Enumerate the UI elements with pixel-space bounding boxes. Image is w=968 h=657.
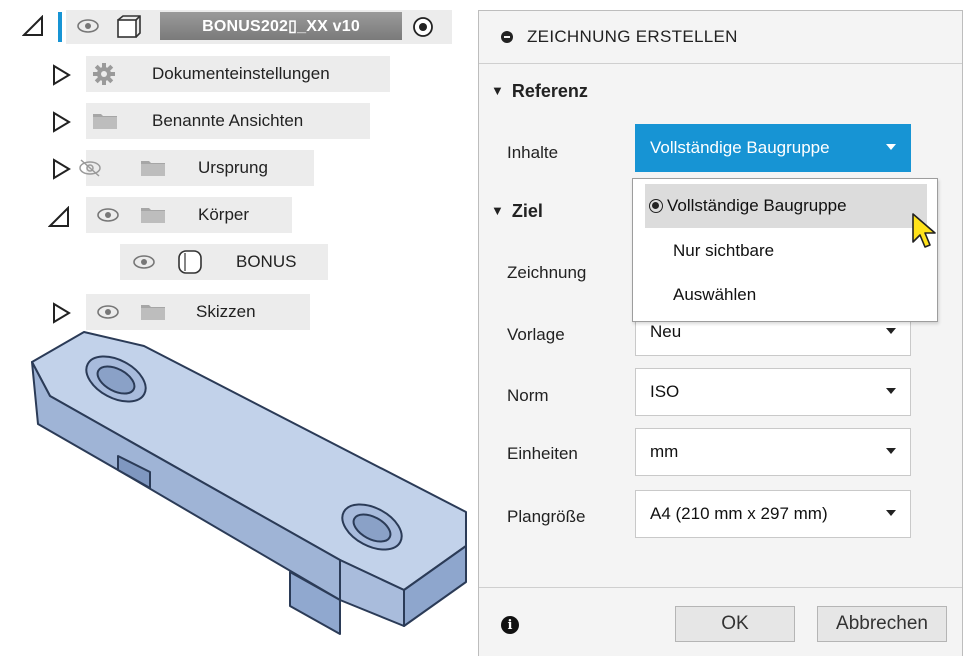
einheiten-select[interactable]: mm [635,428,911,476]
norm-select-value: ISO [650,382,680,401]
create-drawing-dialog: ZEICHNUNG ERSTELLEN ▼ Referenz Inhalte Vo… [478,10,963,656]
collapse-dialog-icon[interactable] [501,31,513,43]
tree-item-bodies[interactable]: Körper [86,197,292,233]
vorlage-select-value: Neu [650,322,682,341]
label-einheiten: Einheiten [507,444,578,463]
eye-icon[interactable] [96,207,120,223]
section-reference[interactable]: ▼ Referenz [491,81,588,102]
section-reference-label: Referenz [511,81,588,101]
info-icon[interactable]: i [501,616,519,634]
dropdown-arrow-icon [886,328,896,334]
inhalte-select[interactable]: Vollständige Baugruppe [635,124,911,172]
caret-down-icon: ▼ [491,83,504,98]
activate-radio-icon[interactable] [412,16,434,38]
dropdown-arrow-icon [886,510,896,516]
label-plangroesse: Plangröße [507,507,586,526]
gear-icon [92,62,116,86]
dropdown-option-select[interactable]: Auswählen [633,273,937,317]
folder-icon [140,206,166,224]
dialog-header[interactable]: ZEICHNUNG ERSTELLEN [479,11,962,64]
tree-item-label: Körper [198,205,250,224]
ok-button[interactable]: OK [675,606,795,642]
collapse-triangle-icon[interactable] [48,206,70,228]
mouse-cursor-icon [912,213,936,248]
tree-item-label: Ursprung [198,158,268,177]
eye-icon[interactable] [132,254,156,270]
tree-item-body-bonus[interactable]: BONUS [120,244,328,280]
radio-selected-icon [649,199,663,213]
expand-triangle-icon[interactable] [50,302,72,324]
3d-model-viewport[interactable] [0,325,470,657]
label-inhalte: Inhalte [507,143,559,162]
expand-triangle-icon[interactable] [50,111,72,133]
tree-item-named-views[interactable]: Benannte Ansichten [86,103,370,139]
tree-item-document-settings[interactable]: Dokumenteinstellungen [86,56,390,92]
dropdown-option-label: Auswählen [673,285,757,304]
expand-triangle-icon[interactable] [50,158,72,180]
expand-triangle-icon[interactable] [50,64,72,86]
tree-item-label: Benannte Ansichten [152,111,304,130]
section-target-label: Ziel [511,201,543,221]
tree-item-label: Skizzen [196,302,256,321]
eye-hidden-icon[interactable] [78,158,102,178]
root-component-name: BONUS202▯_XX v10 [160,12,402,40]
plangroesse-select[interactable]: A4 (210 mm x 297 mm) [635,490,911,538]
label-zeichnung: Zeichnung [507,263,587,282]
dropdown-option-visible-only[interactable]: Nur sichtbare [633,229,937,273]
dropdown-arrow-icon [886,388,896,394]
label-norm: Norm [507,386,549,405]
folder-icon [140,303,166,321]
collapse-triangle-icon[interactable] [22,15,44,37]
dropdown-arrow-icon [886,448,896,454]
inhalte-select-value: Vollständige Baugruppe [650,138,830,157]
dialog-footer: i OK Abbrechen [479,587,962,656]
folder-icon [140,159,166,177]
cancel-button[interactable]: Abbrechen [817,606,947,642]
inhalte-dropdown-list: Vollständige Baugruppe Nur sichtbare Aus… [632,178,938,322]
norm-select[interactable]: ISO [635,368,911,416]
tree-item-label: BONUS [236,252,297,271]
section-target[interactable]: ▼ Ziel [491,201,543,222]
dropdown-arrow-icon [886,144,896,150]
dropdown-option-full-assembly[interactable]: Vollständige Baugruppe [645,184,927,228]
tree-item-origin[interactable]: Ursprung [79,150,314,186]
plangroesse-select-value: A4 (210 mm x 297 mm) [650,504,828,523]
tree-item-label: Dokumenteinstellungen [152,64,330,83]
einheiten-select-value: mm [650,442,679,461]
dropdown-option-label: Nur sichtbare [673,241,775,260]
dropdown-option-label: Vollständige Baugruppe [667,196,847,215]
eye-icon[interactable] [96,304,120,320]
eye-icon[interactable] [76,18,100,34]
body-icon [176,249,204,275]
folder-icon [92,112,118,130]
active-indicator [58,12,62,42]
label-vorlage: Vorlage [507,325,565,344]
dialog-title: ZEICHNUNG ERSTELLEN [527,27,738,46]
caret-down-icon: ▼ [491,203,504,218]
component-icon [116,15,142,39]
